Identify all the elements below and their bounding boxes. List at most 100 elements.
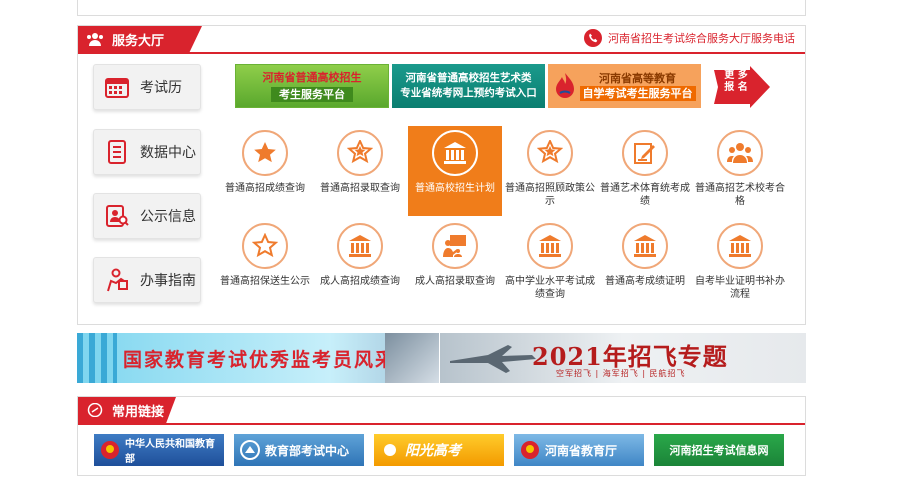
service-label: 普通高招成绩查询	[225, 183, 305, 194]
service-item[interactable]: 普通高招成绩查询	[218, 126, 312, 216]
banner-photo	[385, 333, 439, 383]
banner-text: 国家教育考试优秀监考员风采	[123, 349, 397, 371]
side-menu-public-info[interactable]: 公示信息	[93, 193, 201, 239]
promo-self-study-exam-platform[interactable]: 河南省高等教育 自学考试考生服务平台	[548, 64, 701, 108]
service-hall-title: 服务大厅	[112, 33, 165, 49]
institution-icon	[634, 235, 656, 257]
group-icon	[87, 33, 103, 46]
service-label: 普通高招录取查询	[320, 183, 400, 194]
star-filled-icon	[254, 142, 276, 163]
service-item[interactable]: 成人高招录取查询	[408, 219, 502, 309]
service-hall-tab: 服务大厅	[78, 26, 202, 52]
presentation-icon	[443, 235, 466, 257]
person-search-icon	[106, 205, 129, 227]
link-ministry-of-education[interactable]: 中华人民共和国教育部	[94, 434, 224, 466]
document-icon	[108, 140, 126, 164]
service-item[interactable]: 普通高招照顾政策公示	[503, 126, 597, 216]
link-label: 河南招生考试信息网	[669, 444, 769, 457]
people-icon	[727, 143, 753, 163]
service-item[interactable]: 普通高校招生计划	[408, 126, 502, 216]
service-label: 普通高招保送生公示	[220, 276, 310, 287]
service-icon-circle	[527, 223, 573, 269]
service-label: 普通艺术体育统考成绩	[600, 183, 690, 207]
link-label: 中华人民共和国教育部	[125, 439, 215, 465]
links-header: 常用链接	[78, 397, 805, 425]
service-phone-link[interactable]: 河南省招生考试综合服务大厅服务电话	[584, 29, 795, 47]
side-menu-exam-calendar[interactable]: 考试历	[93, 64, 201, 110]
side-menu-label: 办事指南	[140, 273, 196, 289]
side-menu-guide[interactable]: 办事指南	[93, 257, 201, 303]
promo-gaokao-service-platform[interactable]: 河南省普通高校招生 考生服务平台	[235, 64, 389, 108]
service-icon-circle	[717, 223, 763, 269]
service-item[interactable]: 成人高招成绩查询	[313, 219, 407, 309]
side-menu-label: 公示信息	[140, 209, 196, 225]
link-sunshine-gaokao[interactable]: 阳光高考	[374, 434, 504, 466]
national-emblem-icon	[101, 441, 119, 459]
service-icon-circle	[432, 223, 478, 269]
banner-subtitle: 空军招飞 | 海军招飞 | 民航招飞	[556, 369, 686, 378]
more-line: 报 名	[724, 82, 748, 93]
banner-pilot-recruitment[interactable]: 2021年招飞专题 空军招飞 | 海军招飞 | 民航招飞	[440, 333, 806, 383]
star-badge-icon	[537, 140, 563, 164]
institution-icon	[539, 235, 561, 257]
service-icon-circle	[242, 223, 288, 269]
service-label: 自考毕业证明书补办流程	[695, 276, 785, 300]
service-label: 高中学业水平考试成绩查询	[505, 276, 595, 300]
star-outline-icon	[252, 233, 278, 258]
service-item[interactable]: 普通高招保送生公示	[218, 219, 312, 309]
promo-art-exam-booking[interactable]: 河南省普通高校招生艺术类 专业省统考网上预约考试入口	[392, 64, 545, 108]
service-icon-circle	[717, 130, 763, 176]
service-item[interactable]: 高中学业水平考试成绩查询	[503, 219, 597, 309]
service-icon-circle	[337, 223, 383, 269]
banner-title: 2021年招飞专题	[532, 342, 728, 371]
service-icon-circle	[622, 130, 668, 176]
link-henan-education-dept[interactable]: 河南省教育厅	[514, 434, 644, 466]
flame-logo-icon	[555, 73, 574, 98]
institution-icon	[444, 142, 466, 164]
service-label: 普通高招照顾政策公示	[505, 183, 595, 207]
calendar-icon	[105, 78, 129, 98]
links-title: 常用链接	[112, 404, 165, 420]
common-links-panel: 常用链接 中华人民共和国教育部 教育部考试中心 阳光高考 河南省教育厅 河南招生…	[77, 396, 806, 476]
service-label: 成人高招成绩查询	[320, 276, 400, 287]
promo-line: 自学考试考生服务平台	[579, 86, 696, 101]
promo-line: 河南省普通高校招生艺术类	[405, 72, 532, 84]
service-item[interactable]: 普通高招录取查询	[313, 126, 407, 216]
more-registration-button[interactable]: 更 多 报 名	[710, 66, 772, 108]
link-label: 教育部考试中心	[265, 443, 350, 458]
side-menu-label: 数据中心	[140, 145, 196, 161]
service-phone-text: 河南省招生考试综合服务大厅服务电话	[608, 32, 795, 45]
promo-line: 河南省普通高校招生	[262, 71, 362, 84]
service-label: 成人高招录取查询	[415, 276, 495, 287]
service-label: 普通高校招生计划	[415, 183, 495, 194]
previous-panel-edge	[77, 0, 806, 16]
exam-center-logo-icon	[240, 440, 260, 460]
side-menu-label: 考试历	[140, 80, 182, 96]
service-icon-circle	[622, 223, 668, 269]
fighter-jet-icon	[450, 345, 536, 373]
service-item[interactable]: 普通高考成绩证明	[598, 219, 692, 309]
link-henan-admissions-info[interactable]: 河南招生考试信息网	[654, 434, 784, 466]
sun-logo-icon	[384, 444, 396, 456]
link-label: 河南省教育厅	[545, 443, 618, 458]
phone-icon	[584, 29, 602, 47]
service-item[interactable]: 普通艺术体育统考成绩	[598, 126, 692, 216]
pen-note-icon	[634, 143, 655, 164]
link-label: 阳光高考	[405, 443, 461, 459]
service-icon-circle	[337, 130, 383, 176]
promo-line: 专业省统考网上预约考试入口	[400, 87, 537, 99]
guide-icon	[107, 268, 128, 292]
institution-icon	[349, 235, 371, 257]
banner-outstanding-proctors[interactable]: 国家教育考试优秀监考员风采	[77, 333, 439, 383]
side-menu-data-center[interactable]: 数据中心	[93, 129, 201, 175]
service-icon-circle	[242, 130, 288, 176]
national-emblem-icon	[521, 441, 539, 459]
star-badge-icon	[347, 140, 373, 164]
service-item[interactable]: 自考毕业证明书补办流程	[693, 219, 787, 309]
service-label: 普通高招艺术校考合格	[695, 183, 785, 207]
decorative-stripes	[77, 333, 117, 383]
links-tab: 常用链接	[78, 397, 176, 423]
service-item[interactable]: 普通高招艺术校考合格	[693, 126, 787, 216]
promo-line: 河南省高等教育	[599, 72, 676, 85]
link-exam-center[interactable]: 教育部考试中心	[234, 434, 364, 466]
